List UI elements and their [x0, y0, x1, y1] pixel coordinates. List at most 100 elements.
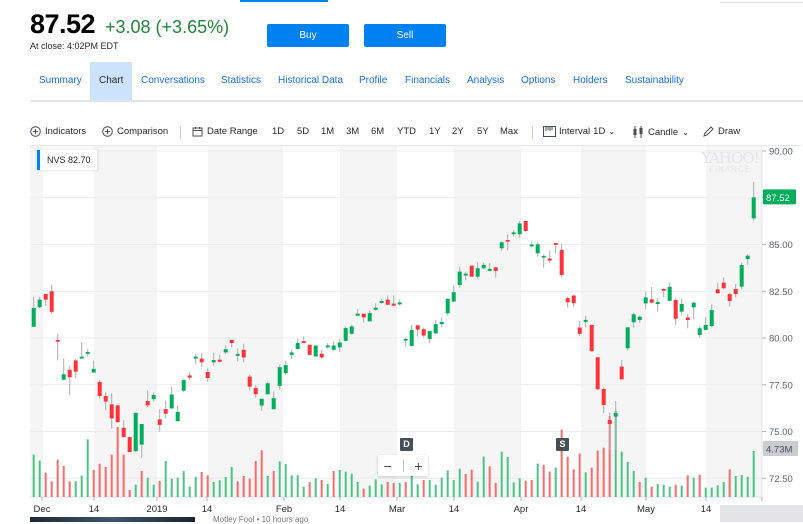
volume-bar	[320, 479, 323, 497]
tab-analysis[interactable]: Analysis	[467, 62, 504, 100]
news-thumbnail[interactable]	[30, 517, 195, 522]
candle-body	[331, 345, 336, 350]
partial-header-button	[240, 0, 328, 2]
volume-bar	[224, 476, 227, 497]
candle	[625, 327, 630, 351]
candle-body	[721, 282, 726, 289]
volume-bar	[704, 487, 707, 497]
volume-bar	[68, 481, 71, 497]
candle	[343, 326, 348, 342]
tab-profile[interactable]: Profile	[359, 62, 387, 100]
candle-body	[415, 325, 420, 330]
candle	[403, 337, 408, 347]
indicators-button[interactable]: Indicators	[30, 126, 86, 137]
volume-bar	[548, 471, 551, 497]
zoom-in-button[interactable]: +	[414, 458, 422, 474]
range-2y[interactable]: 2Y	[452, 126, 464, 137]
volume-bar	[680, 485, 683, 497]
range-3m[interactable]: 3M	[346, 126, 359, 137]
volume-bar	[644, 477, 647, 497]
volume-bar	[44, 472, 47, 497]
legend-value: 82.70	[68, 155, 91, 165]
interval-dropdown[interactable]: Interval 1D ⌄	[543, 126, 615, 137]
x-tick-label: 2019	[146, 504, 167, 515]
volume-bar	[62, 465, 65, 497]
candle	[535, 242, 540, 257]
partial-header-box	[720, 0, 803, 3]
volume-bar	[350, 473, 353, 497]
tab-summary[interactable]: Summary	[39, 62, 82, 100]
volume-bar	[488, 466, 491, 497]
candle	[685, 314, 690, 329]
chart-type-dropdown[interactable]: Candle ⌄	[632, 126, 689, 138]
candle	[115, 405, 120, 423]
candle	[133, 412, 138, 453]
candle-body	[85, 352, 90, 354]
x-tick-label: 14	[576, 504, 587, 515]
dividend-marker[interactable]: D	[400, 438, 413, 451]
candle	[49, 284, 54, 314]
candle-body	[661, 289, 666, 291]
volume-bar	[728, 469, 731, 497]
candle-body	[439, 321, 444, 325]
volume-bar	[404, 482, 407, 497]
candle	[523, 220, 528, 232]
range-1y[interactable]: 1Y	[429, 126, 441, 137]
tab-options[interactable]: Options	[521, 62, 555, 100]
interval-label: Interval	[559, 126, 591, 137]
volume-bar	[476, 481, 479, 497]
candle	[433, 319, 438, 335]
candle-body	[343, 328, 348, 341]
tab-conversations[interactable]: Conversations	[141, 62, 205, 100]
volume-bar	[500, 451, 503, 497]
volume-bar	[56, 459, 59, 497]
volume-bar	[656, 483, 659, 497]
chart-toolbar: Indicators Comparison Date Range 1D 5D 1…	[0, 124, 803, 142]
split-marker[interactable]: S	[556, 438, 569, 451]
sell-button[interactable]: Sell	[364, 24, 446, 47]
volume-bar	[464, 473, 467, 497]
candle-body	[127, 437, 132, 453]
date-range-button[interactable]: Date Range	[192, 126, 258, 137]
candle	[421, 327, 426, 338]
range-1m[interactable]: 1M	[321, 126, 334, 137]
buy-button[interactable]: Buy	[267, 24, 349, 47]
comparison-button[interactable]: Comparison	[102, 126, 168, 137]
interval-value: 1D	[593, 126, 606, 137]
volume-bar	[650, 486, 653, 497]
x-tick-label: Apr	[514, 504, 529, 515]
candle	[697, 326, 702, 338]
candle-body	[337, 342, 342, 348]
candle-body	[121, 427, 126, 438]
range-1d[interactable]: 1D	[272, 126, 284, 137]
volume-bar	[674, 484, 677, 497]
range-max[interactable]: Max	[500, 126, 518, 137]
zoom-out-button[interactable]: −	[383, 458, 391, 474]
tab-holders[interactable]: Holders	[573, 62, 607, 100]
volume-bar	[332, 470, 335, 497]
tab-statistics[interactable]: Statistics	[221, 62, 261, 100]
candle-body	[373, 307, 378, 310]
symbol-legend[interactable]: NVS 82.70	[37, 150, 97, 170]
range-5d[interactable]: 5D	[297, 126, 309, 137]
x-axis: Dec14201914Feb14Mar14Apr14May142	[34, 497, 765, 515]
tab-chart[interactable]: Chart	[90, 62, 133, 100]
candle	[61, 358, 66, 380]
tab-historical-data[interactable]: Historical Data	[278, 62, 343, 100]
range-6m[interactable]: 6M	[371, 126, 384, 137]
yahoo-finance-watermark: YAHOO! FINANCE	[701, 149, 759, 174]
candle	[565, 296, 570, 308]
volume-bar	[74, 481, 77, 497]
candle	[187, 372, 192, 381]
candle-body	[583, 319, 588, 322]
range-ytd[interactable]: YTD	[397, 126, 416, 137]
candle	[265, 381, 270, 395]
draw-button[interactable]: Draw	[703, 126, 740, 137]
candle-body	[241, 349, 246, 358]
range-5y[interactable]: 5Y	[477, 126, 489, 137]
candle	[559, 244, 564, 278]
interval-icon	[543, 126, 556, 137]
tab-sustainability[interactable]: Sustainability	[625, 62, 684, 100]
tab-financials[interactable]: Financials	[405, 62, 450, 100]
x-tick-label: 14	[202, 504, 213, 515]
